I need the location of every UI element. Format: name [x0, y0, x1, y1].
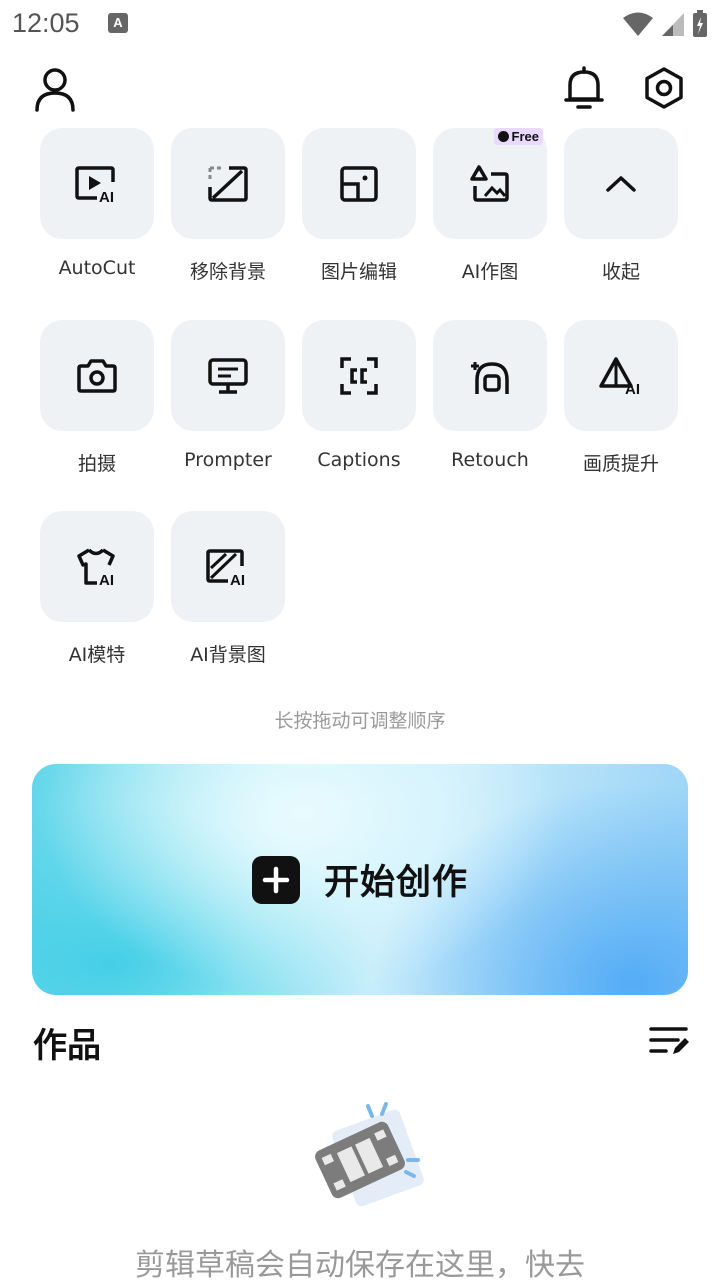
tool-tile[interactable] [40, 320, 154, 431]
tool-tile[interactable]: AI [40, 511, 154, 622]
svg-text:AI: AI [625, 381, 640, 396]
tool-label: 移除背景 [189, 261, 266, 283]
tool-tile[interactable] [171, 128, 285, 239]
tool-autocut[interactable]: AI AutoCut [39, 128, 155, 279]
tool-label: 收起 [601, 261, 640, 283]
tool-label: 拍摄 [77, 453, 116, 475]
retouch-icon [471, 361, 509, 394]
prompter-icon [208, 357, 248, 394]
tool-ai-background[interactable]: AI AI背景图 [170, 511, 286, 667]
tool-label: Retouch [451, 449, 529, 471]
tool-ai-model[interactable]: AI AI模特 [39, 511, 155, 667]
start-creating-button[interactable]: 开始创作 [32, 764, 688, 995]
autocut-icon: AI [75, 165, 115, 204]
tool-remove-background[interactable]: 移除背景 [170, 128, 286, 284]
tool-label: AI背景图 [190, 644, 266, 666]
status-bar: 12:05 A [0, 0, 720, 48]
tool-collapse[interactable]: 收起 [563, 128, 679, 284]
svg-text:AI: AI [99, 572, 114, 587]
profile-icon[interactable] [33, 66, 77, 112]
ai-draw-icon [470, 164, 509, 202]
tool-tile[interactable] [171, 320, 285, 431]
ai-model-icon: AI [77, 547, 115, 587]
works-title: 作品 [33, 1026, 101, 1066]
tool-label: AI模特 [68, 644, 126, 666]
tool-tile[interactable] [564, 128, 678, 239]
tool-captions[interactable]: Captions [301, 320, 417, 471]
settings-icon[interactable] [641, 65, 687, 111]
tool-prompter[interactable]: Prompter [170, 320, 286, 471]
tool-tile[interactable] [433, 320, 547, 431]
tool-tile[interactable] [302, 320, 416, 431]
tool-tile[interactable]: AI [40, 128, 154, 239]
empty-drafts-text: 剪辑草稿会自动保存在这里，快去 [135, 1248, 585, 1283]
captions-icon [340, 356, 378, 395]
battery-icon [693, 10, 707, 37]
tool-camera[interactable]: 拍摄 [39, 320, 155, 476]
empty-drafts-illustration [315, 1102, 424, 1207]
reorder-hint: 长按拖动可调整顺序 [274, 710, 446, 732]
free-badge: Free [493, 128, 543, 145]
tool-tile[interactable]: AI [171, 511, 285, 622]
svg-text:AI: AI [99, 189, 114, 204]
tool-label: AutoCut [58, 257, 136, 279]
tool-tile[interactable]: AI [564, 320, 678, 431]
enhance-quality-icon: AI [599, 356, 640, 396]
start-creating-label: 开始创作 [323, 863, 468, 903]
status-time: 12:05 [12, 8, 80, 38]
tool-image-edit[interactable]: 图片编辑 [301, 128, 417, 284]
tool-ai-draw[interactable]: Free AI作图 [432, 128, 548, 284]
tool-label: 图片编辑 [320, 261, 397, 283]
notification-icon: A [108, 13, 128, 33]
tool-retouch[interactable]: Retouch [432, 320, 548, 471]
svg-text:AI: AI [230, 572, 245, 586]
status-indicators [622, 10, 708, 38]
remove-background-icon [208, 165, 248, 202]
plus-icon [251, 855, 300, 904]
tool-label: Prompter [184, 449, 272, 471]
bell-icon[interactable] [561, 65, 607, 111]
tool-tile[interactable] [302, 128, 416, 239]
free-badge-label: Free [511, 129, 539, 144]
tool-label: Captions [317, 449, 401, 471]
tool-enhance-quality[interactable]: AI 画质提升 [563, 320, 679, 476]
chevron-up-icon [606, 175, 636, 192]
tool-label: AI作图 [461, 261, 519, 283]
tool-label: 画质提升 [582, 453, 659, 475]
image-edit-icon [340, 165, 378, 202]
tool-tile[interactable]: Free [433, 128, 547, 239]
ai-background-icon: AI [206, 548, 245, 586]
wifi-icon [623, 12, 653, 36]
camera-icon [77, 358, 117, 393]
clock-icon [497, 131, 509, 142]
manage-list-icon[interactable] [648, 1024, 690, 1058]
cellular-signal-icon [662, 13, 684, 36]
